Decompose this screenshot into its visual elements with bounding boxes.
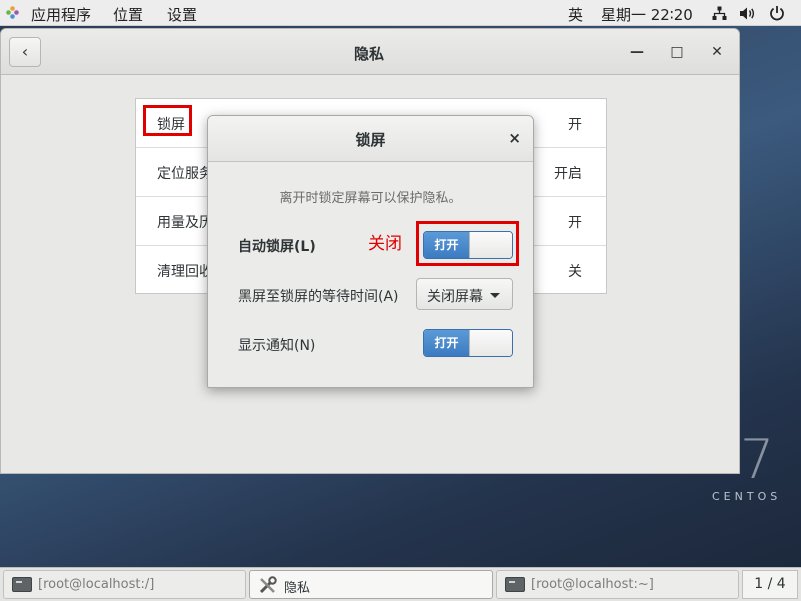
row-value: 关	[568, 264, 582, 280]
task-privacy[interactable]: 隐私	[249, 570, 493, 599]
apps-menu-icon[interactable]	[6, 6, 19, 19]
workspace-pager[interactable]: 1 / 4	[742, 570, 798, 599]
row-label: 定位服务	[157, 166, 213, 182]
network-icon[interactable]	[712, 6, 727, 21]
close-window-button[interactable]: ✕	[707, 42, 727, 62]
centos-logo-mark: 7	[740, 428, 775, 491]
dialog-header: 锁屏 ×	[208, 116, 533, 162]
auto-lock-label: 自动锁屏(L)	[238, 239, 316, 255]
switch-knob	[469, 330, 512, 356]
taskbar: [root@localhost:/] 隐私 [root@localhost:~]…	[0, 567, 801, 601]
clock[interactable]: 星期一 22∶20	[601, 4, 693, 25]
task-label: 隐私	[284, 581, 311, 596]
tools-icon	[259, 576, 277, 594]
annotation-text: 关闭	[368, 234, 402, 254]
places-menu[interactable]: 位置	[113, 4, 143, 25]
switch-on-label: 打开	[424, 330, 469, 356]
top-bar: 应用程序 位置 设置 英 星期一 22∶20	[0, 0, 801, 26]
power-icon[interactable]	[769, 5, 785, 21]
dialog-title: 锁屏	[355, 131, 386, 149]
maximize-button[interactable]: □	[667, 42, 687, 62]
dropdown-value: 关闭屏幕	[427, 289, 483, 305]
terminal-icon	[505, 577, 525, 592]
task-terminal-root[interactable]: [root@localhost:/]	[3, 570, 246, 599]
settings-menu[interactable]: 设置	[167, 4, 197, 25]
task-label: [root@localhost:~]	[531, 577, 654, 592]
task-label: [root@localhost:/]	[38, 577, 155, 592]
blank-delay-dropdown[interactable]: 关闭屏幕	[416, 278, 513, 310]
centos-logo-text: CENTOS	[712, 490, 782, 503]
notifications-switch[interactable]: 打开	[423, 329, 513, 357]
annotation-box-screen-lock	[143, 105, 192, 136]
chevron-down-icon	[490, 293, 500, 298]
terminal-icon	[12, 577, 32, 592]
dialog-description: 离开时锁定屏幕可以保护隐私。	[279, 191, 462, 206]
task-terminal-home[interactable]: [root@localhost:~]	[496, 570, 739, 599]
row-value: 开	[568, 215, 582, 231]
row-value: 开	[568, 117, 582, 133]
dialog-close-button[interactable]: ×	[508, 129, 521, 147]
annotation-box-auto-lock	[416, 221, 519, 266]
notifications-label: 显示通知(N)	[238, 338, 316, 354]
volume-icon[interactable]	[739, 6, 756, 21]
blank-delay-label: 黑屏至锁屏的等待时间(A)	[238, 289, 399, 305]
minimize-button[interactable]: —	[627, 42, 647, 62]
row-value: 开启	[554, 166, 582, 182]
input-method-indicator[interactable]: 英	[568, 4, 583, 25]
applications-menu[interactable]: 应用程序	[31, 4, 91, 25]
window-header: ‹ 隐私 — □ ✕	[1, 29, 739, 75]
